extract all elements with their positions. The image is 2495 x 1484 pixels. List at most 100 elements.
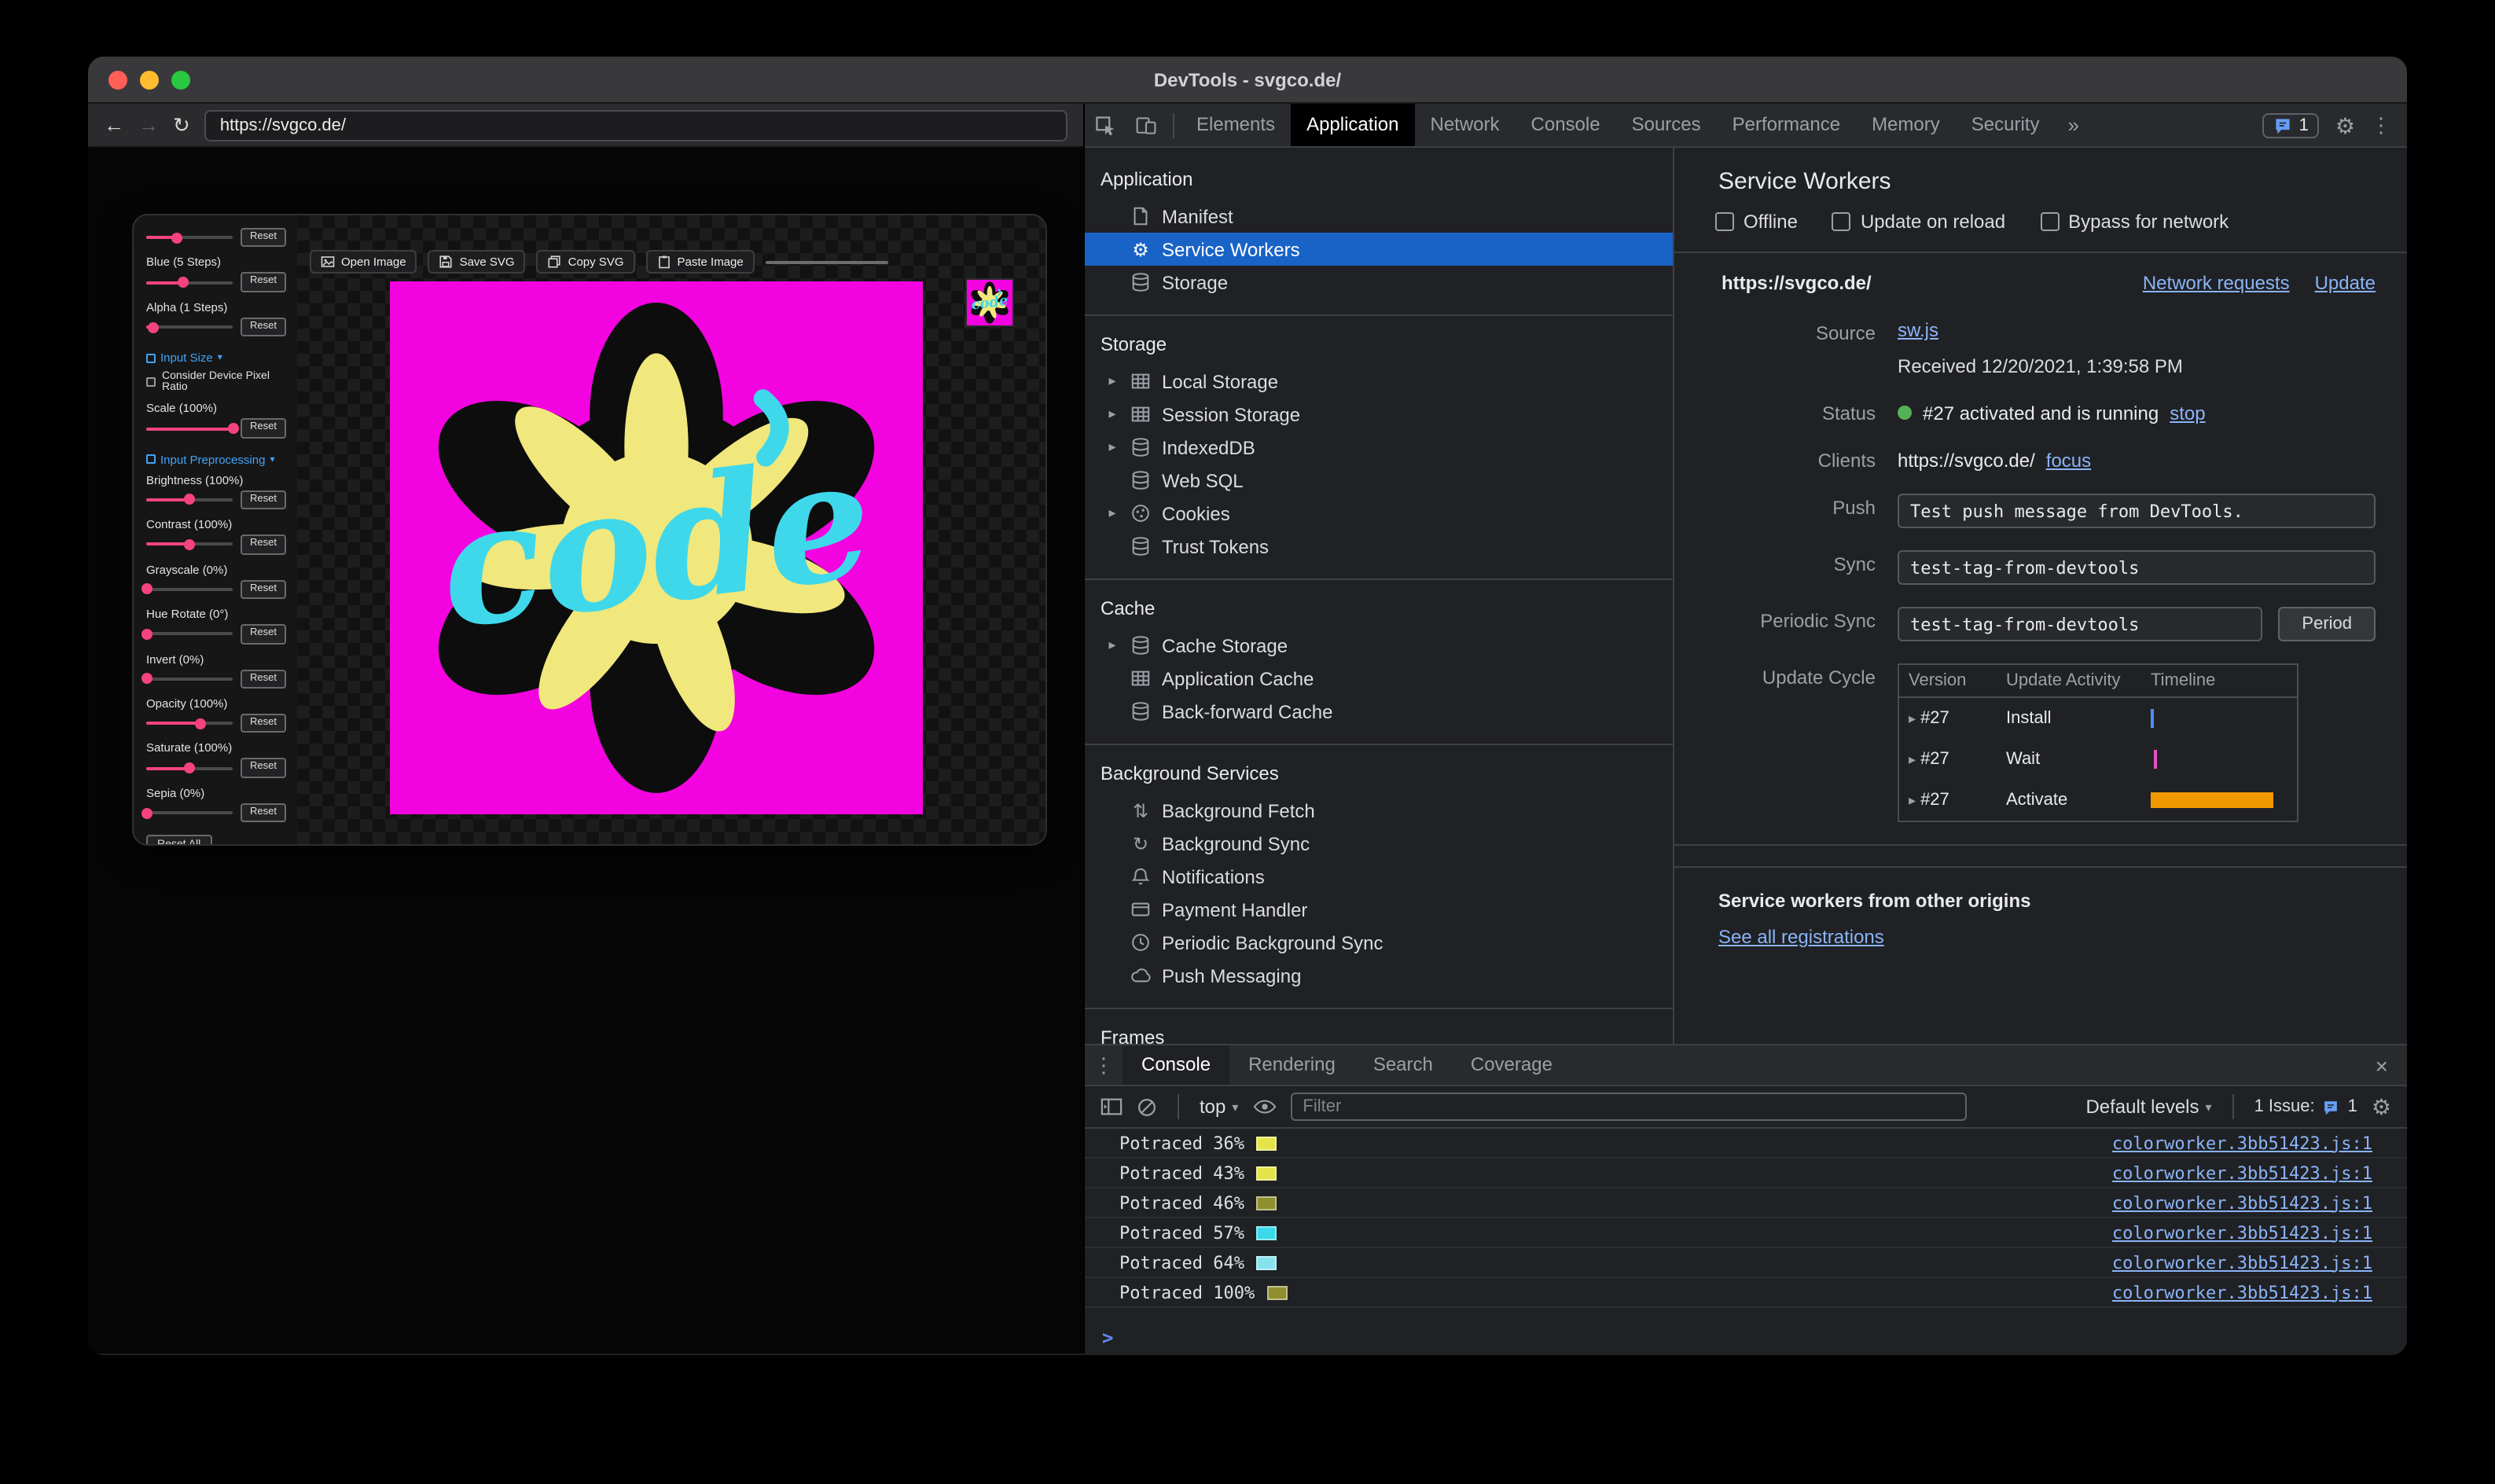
sidebar-item[interactable]: Application Cache — [1085, 662, 1673, 695]
page-toolbar-button[interactable]: Open Image — [310, 250, 417, 274]
see-all-registrations-link[interactable]: See all registrations — [1718, 926, 1884, 948]
reset-button[interactable]: Reset — [241, 803, 286, 823]
sidebar-item[interactable]: Cookies — [1085, 497, 1673, 530]
sidebar-item[interactable]: ⚙ Service Workers — [1085, 233, 1673, 266]
context-selector[interactable]: top — [1200, 1096, 1238, 1118]
drawer-menu-icon[interactable]: ⋮ — [1085, 1055, 1123, 1075]
clear-console-icon[interactable] — [1137, 1096, 1157, 1117]
inspect-element-icon[interactable] — [1085, 114, 1126, 136]
more-tabs-button[interactable]: » — [2055, 104, 2091, 146]
console-filter-input[interactable] — [1290, 1093, 1967, 1121]
sync-input[interactable] — [1898, 550, 2376, 585]
reset-button[interactable]: Reset — [241, 272, 286, 292]
drawer-tab[interactable]: Rendering — [1229, 1045, 1354, 1085]
reset-button[interactable]: Reset — [241, 534, 286, 555]
devtools-tab[interactable]: Sources — [1616, 104, 1717, 146]
sidebar-item[interactable]: IndexedDB — [1085, 431, 1673, 464]
devtools-tab[interactable]: Elements — [1181, 104, 1291, 146]
console-source-link[interactable]: colorworker.3bb51423.js:1 — [2112, 1282, 2372, 1302]
forward-button[interactable]: → — [138, 115, 159, 135]
svg-canvas[interactable] — [390, 281, 923, 814]
issues-counter[interactable]: 1 — [2262, 112, 2320, 138]
focus-link[interactable]: focus — [2046, 449, 2091, 471]
console-source-link[interactable]: colorworker.3bb51423.js:1 — [2112, 1163, 2372, 1183]
devtools-tab[interactable]: Network — [1415, 104, 1516, 146]
periodic-sync-input[interactable] — [1898, 607, 2263, 641]
sidebar-item[interactable]: Notifications — [1085, 860, 1673, 893]
reset-all-button[interactable]: Reset All — [146, 835, 212, 844]
slider[interactable] — [141, 671, 233, 685]
url-bar[interactable] — [204, 109, 1067, 141]
console-sidebar-icon[interactable] — [1101, 1097, 1123, 1116]
sidebar-item[interactable]: Storage — [1085, 266, 1673, 299]
sidebar-item[interactable]: ↻ Background Sync — [1085, 827, 1673, 860]
devtools-tab[interactable]: Security — [1956, 104, 2056, 146]
reset-button[interactable]: Reset — [241, 669, 286, 689]
reload-button[interactable]: ↻ — [173, 115, 190, 135]
page-toolbar-button[interactable]: Save SVG — [428, 250, 526, 274]
sw-option-checkbox[interactable]: Bypass for network — [2040, 211, 2229, 233]
reset-button[interactable]: Reset — [241, 758, 286, 778]
sidebar-item[interactable]: Manifest — [1085, 200, 1673, 233]
slider[interactable] — [146, 320, 233, 334]
sidebar-item[interactable]: Local Storage — [1085, 365, 1673, 398]
slider[interactable] — [146, 761, 233, 775]
input-preprocessing-section-header[interactable]: Input Preprocessing — [146, 453, 288, 467]
device-toolbar-icon[interactable] — [1126, 114, 1167, 136]
sidebar-item[interactable]: Push Messaging — [1085, 959, 1673, 992]
update-cycle-row[interactable]: #27 Activate — [1899, 780, 2297, 821]
slider[interactable] — [141, 806, 233, 820]
devtools-tab[interactable]: Memory — [1856, 104, 1956, 146]
sidebar-item[interactable]: Web SQL — [1085, 464, 1673, 497]
update-link[interactable]: Update — [2315, 272, 2376, 294]
reset-button[interactable]: Reset — [241, 228, 286, 248]
push-input[interactable] — [1898, 494, 2376, 528]
eye-icon[interactable] — [1252, 1099, 1276, 1115]
zoom-slider[interactable] — [766, 261, 888, 264]
settings-gear-icon[interactable]: ⚙ — [2335, 114, 2355, 136]
console-source-link[interactable]: colorworker.3bb51423.js:1 — [2112, 1252, 2372, 1273]
source-image-thumbnail[interactable] — [965, 278, 1014, 327]
console-settings-icon[interactable]: ⚙ — [2372, 1096, 2391, 1118]
page-toolbar-button[interactable]: Paste Image — [645, 250, 755, 274]
sw-option-checkbox[interactable]: Update on reload — [1832, 211, 2005, 233]
issues-button[interactable]: 1 Issue: 1 — [2254, 1097, 2357, 1116]
page-toolbar-button[interactable]: Copy SVG — [536, 250, 635, 274]
drawer-tab[interactable]: Console — [1123, 1045, 1230, 1085]
sidebar-item[interactable]: Trust Tokens — [1085, 530, 1673, 563]
drawer-tab[interactable]: Search — [1354, 1045, 1452, 1085]
reset-button[interactable]: Reset — [241, 317, 286, 337]
input-size-section-header[interactable]: Input Size — [146, 351, 288, 365]
sidebar-item[interactable]: Cache Storage — [1085, 629, 1673, 662]
devtools-tab[interactable]: Application — [1291, 104, 1415, 146]
console-prompt[interactable] — [1085, 1322, 2407, 1354]
reset-button[interactable]: Reset — [241, 624, 286, 644]
sidebar-item[interactable]: Payment Handler — [1085, 893, 1673, 926]
close-drawer-icon[interactable]: × — [2357, 1052, 2407, 1078]
slider[interactable] — [146, 421, 238, 435]
console-source-link[interactable]: colorworker.3bb51423.js:1 — [2112, 1192, 2372, 1213]
network-requests-link[interactable]: Network requests — [2143, 272, 2290, 294]
devtools-tab[interactable]: Console — [1516, 104, 1616, 146]
drawer-tab[interactable]: Coverage — [1452, 1045, 1571, 1085]
reset-button[interactable]: Reset — [241, 713, 286, 733]
log-levels-selector[interactable]: Default levels — [2085, 1096, 2211, 1118]
update-cycle-row[interactable]: #27 Wait — [1899, 739, 2297, 780]
close-window-button[interactable] — [108, 70, 127, 89]
reset-button[interactable]: Reset — [241, 490, 286, 510]
update-cycle-row[interactable]: #27 Install — [1899, 698, 2297, 739]
reset-button[interactable]: Reset — [241, 418, 286, 439]
back-button[interactable]: ← — [104, 115, 124, 135]
device-pixel-ratio-checkbox[interactable]: Consider Device Pixel Ratio — [146, 372, 288, 394]
slider[interactable] — [146, 716, 233, 730]
sidebar-item[interactable]: Session Storage — [1085, 398, 1673, 431]
sidebar-item[interactable]: Back-forward Cache — [1085, 695, 1673, 728]
slider[interactable] — [146, 230, 233, 244]
slider[interactable] — [146, 275, 233, 289]
minimize-window-button[interactable] — [140, 70, 159, 89]
sw-option-checkbox[interactable]: Offline — [1715, 211, 1798, 233]
periodic-sync-button[interactable]: Period — [2278, 607, 2376, 641]
slider[interactable] — [141, 627, 233, 641]
console-source-link[interactable]: colorworker.3bb51423.js:1 — [2112, 1133, 2372, 1153]
sw-source-link[interactable]: sw.js — [1898, 319, 1938, 341]
